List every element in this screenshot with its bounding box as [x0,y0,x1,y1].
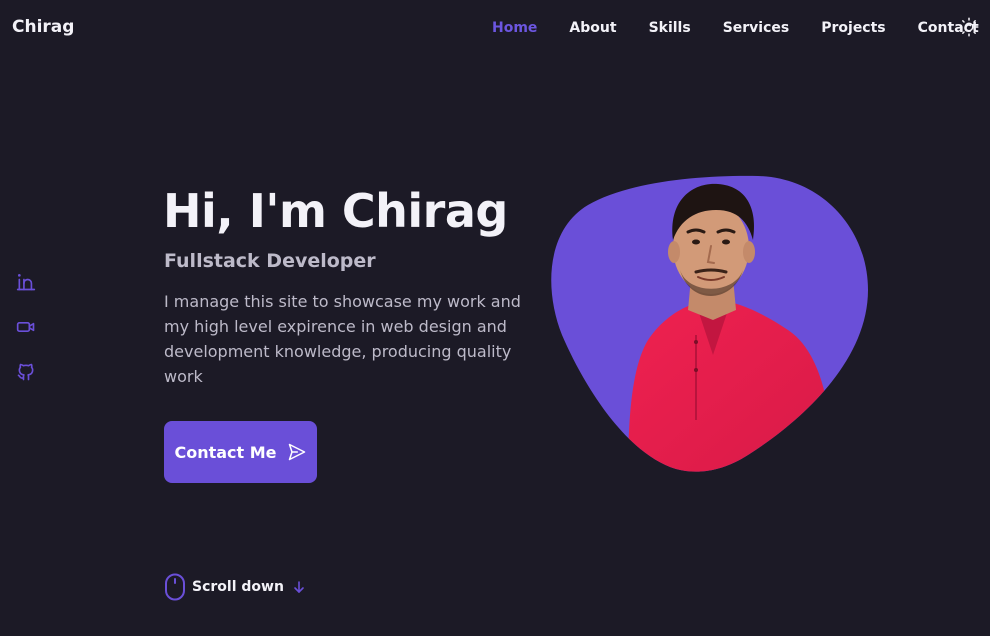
nav-item-services[interactable]: Services [723,20,790,36]
video-icon[interactable] [16,317,36,337]
main-nav: Home About Skills Services Projects Cont… [480,18,979,38]
nav-item-skills[interactable]: Skills [649,20,691,36]
send-icon [288,443,305,461]
sun-icon[interactable] [959,17,979,37]
page: Chirag Home About Skills Services Projec… [0,0,990,636]
hero-title: Hi, I'm Chirag [163,184,508,238]
scroll-down-label: Scroll down [192,579,284,595]
contact-me-label: Contact Me [174,442,277,462]
arrow-down-icon [294,581,304,593]
hero-description: I manage this site to showcase my work a… [164,292,521,386]
social-links [16,272,36,407]
hero-subtitle: Fullstack Developer [164,250,376,272]
nav-item-about[interactable]: About [569,20,616,36]
github-icon[interactable] [16,362,36,382]
nav-item-home[interactable]: Home [492,20,537,36]
site-logo[interactable]: Chirag [12,17,74,37]
linkedin-icon[interactable] [16,272,36,292]
scroll-down-link[interactable]: Scroll down [164,573,306,601]
contact-me-button[interactable]: Contact Me [164,421,317,483]
profile-image [551,175,868,472]
mouse-icon [165,573,185,601]
nav-item-projects[interactable]: Projects [821,20,885,36]
